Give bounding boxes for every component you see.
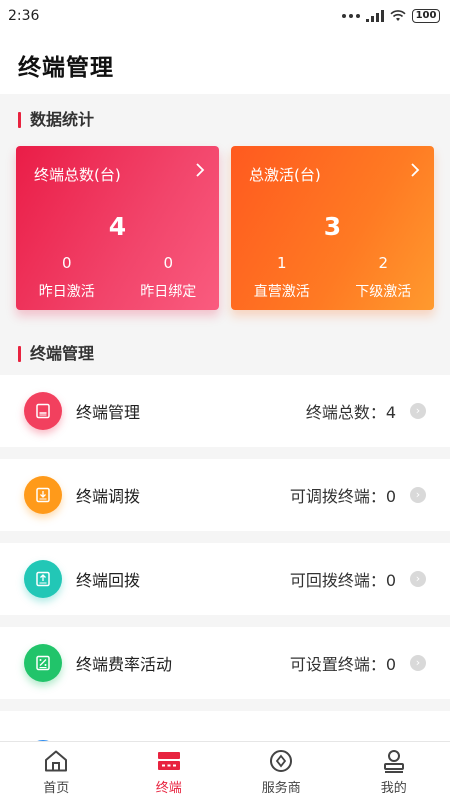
stat-card-title: 总激活(台) xyxy=(249,166,321,184)
list-item-label: 终端费率活动 xyxy=(76,655,173,674)
battery-indicator: 100 xyxy=(412,9,440,23)
stat-sub-label: 昨日绑定 xyxy=(140,284,197,300)
stat-sub-yesterday-activated: 0 昨日激活 xyxy=(16,254,118,301)
stat-sub-label: 昨日激活 xyxy=(38,284,95,300)
tab-label: 我的 xyxy=(380,781,407,796)
tab-terminal[interactable]: 终端 xyxy=(113,742,226,800)
chevron-right-icon: › xyxy=(410,403,426,419)
list-item-value: 可调拨终端：0 xyxy=(289,487,396,506)
stat-sub-value: 0 xyxy=(163,254,174,272)
page-header: 终端管理 xyxy=(0,32,450,94)
list-item-terminal-rate-activity[interactable]: 终端费率活动 可设置终端：0 › xyxy=(0,627,450,699)
stat-card-value: 4 xyxy=(108,212,127,241)
list-item-value: 可设置终端：0 xyxy=(289,655,396,674)
home-icon xyxy=(45,750,68,772)
tab-label: 首页 xyxy=(43,781,70,796)
chevron-right-icon: › xyxy=(410,487,426,503)
list-item-label: 终端调拨 xyxy=(76,487,141,506)
list-item-value: 终端总数：4 xyxy=(305,403,396,422)
signal-icon xyxy=(366,10,384,22)
list-item-terminal-return[interactable]: 终端回拨 可回拨终端：0 › xyxy=(0,543,450,615)
stat-sub-label: 直营激活 xyxy=(253,284,310,300)
page-title: 终端管理 xyxy=(18,55,114,81)
list-item-terminal-manage[interactable]: 终端管理 终端总数：4 › xyxy=(0,375,450,447)
section-title-stats: 数据统计 xyxy=(18,111,94,129)
status-icons: 100 xyxy=(342,9,440,23)
tab-label: 终端 xyxy=(155,781,182,796)
stat-sub-value: 2 xyxy=(378,254,389,272)
profile-icon xyxy=(383,750,404,773)
list-item-terminal-transfer[interactable]: 终端调拨 可调拨终端：0 › xyxy=(0,459,450,531)
list-item-label: 终端管理 xyxy=(76,403,141,422)
stat-card-value: 3 xyxy=(323,212,342,241)
tab-home[interactable]: 首页 xyxy=(0,742,113,800)
tab-mine[interactable]: 我的 xyxy=(338,742,450,800)
stat-card-total-terminals[interactable]: 终端总数(台) 4 0 昨日激活 0 昨日绑定 xyxy=(16,146,219,310)
stat-sub-yesterday-bound: 0 昨日绑定 xyxy=(118,254,220,301)
terminal-tab-icon xyxy=(157,752,180,770)
wifi-icon xyxy=(390,10,406,21)
provider-icon xyxy=(270,750,293,772)
section-title-manage: 终端管理 xyxy=(18,345,94,363)
list-item-label: 终端回拨 xyxy=(76,571,141,590)
bottom-tab-bar: 首页 终端 服务商 我的 xyxy=(0,741,450,800)
stat-sub-value: 1 xyxy=(276,254,287,272)
status-time: 2:36 xyxy=(8,8,40,24)
chevron-right-icon xyxy=(410,162,420,183)
chevron-right-icon xyxy=(195,162,205,183)
stat-sub-sub-activated: 2 下级激活 xyxy=(333,254,435,301)
stat-sub-value: 0 xyxy=(61,254,72,272)
tab-label: 服务商 xyxy=(261,781,301,796)
status-bar: 2:36 100 xyxy=(0,0,450,32)
stat-sub-direct-activated: 1 直营激活 xyxy=(231,254,333,301)
chevron-right-icon: › xyxy=(410,571,426,587)
terminal-icon xyxy=(24,392,62,430)
tab-service-provider[interactable]: 服务商 xyxy=(225,742,338,800)
list-item-value: 可回拨终端：0 xyxy=(289,571,396,590)
stat-card-title: 终端总数(台) xyxy=(34,166,121,184)
stat-sub-label: 下级激活 xyxy=(355,284,412,300)
transfer-icon xyxy=(24,476,62,514)
more-dots-icon xyxy=(342,14,360,18)
rate-icon xyxy=(24,644,62,682)
return-icon xyxy=(24,560,62,598)
chevron-right-icon: › xyxy=(410,655,426,671)
stat-card-total-activated[interactable]: 总激活(台) 3 1 直营激活 2 下级激活 xyxy=(231,146,434,310)
